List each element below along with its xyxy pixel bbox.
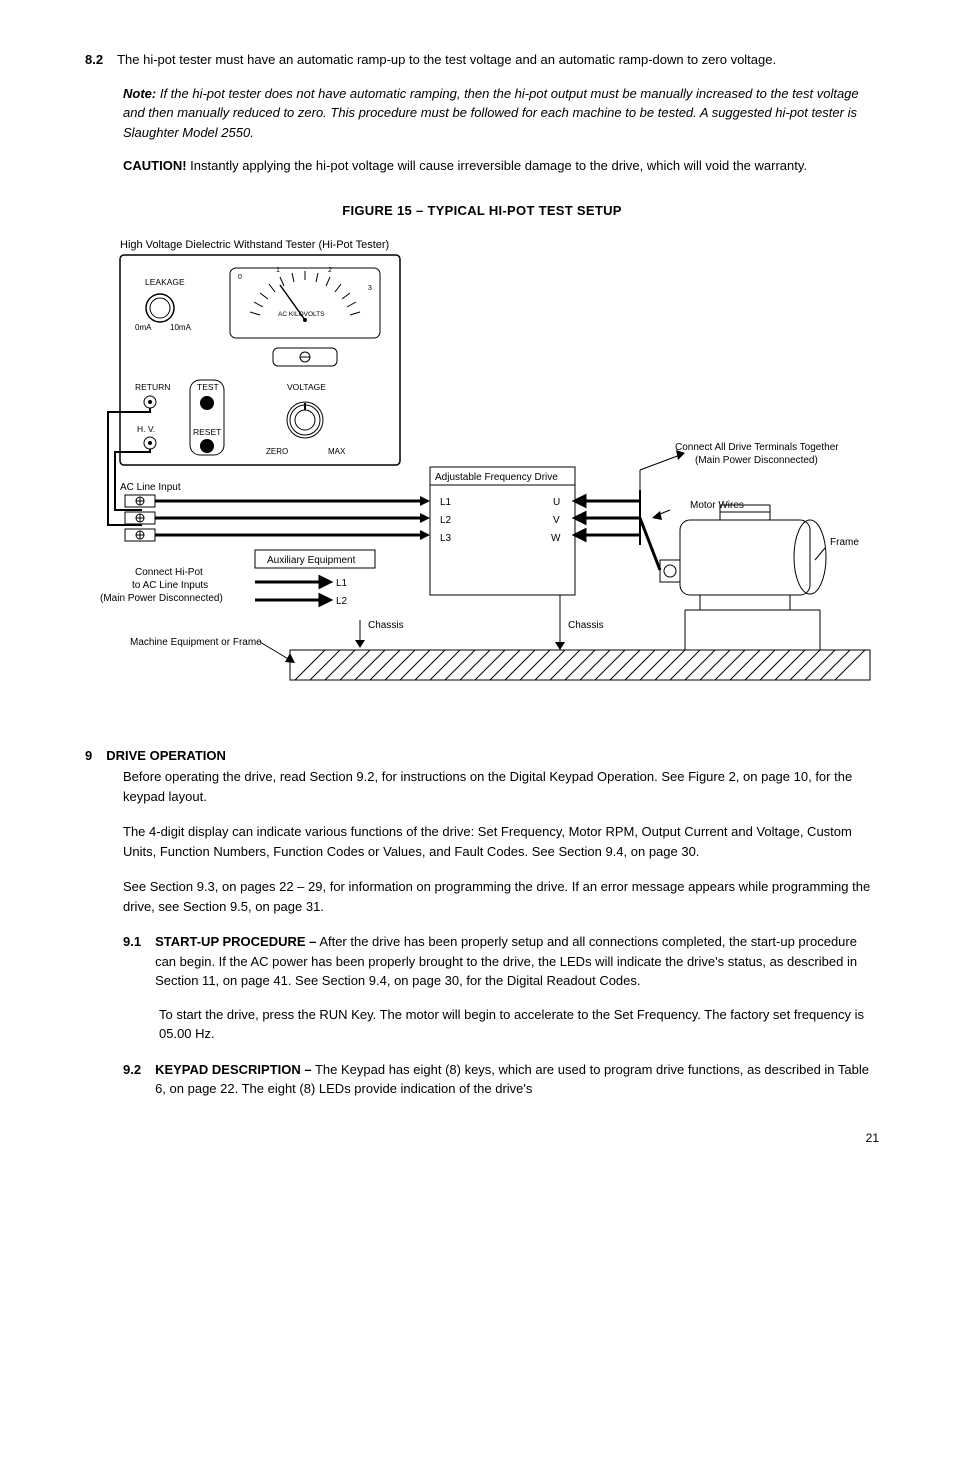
page-number: 21 [85, 1129, 879, 1147]
test-label: TEST [197, 382, 219, 392]
hv-label: H. V. [137, 424, 155, 434]
d0: 0 [238, 274, 242, 281]
motor [660, 505, 826, 595]
conn-all-1: Connect All Drive Terminals Together [675, 442, 839, 453]
sec9-p3: See Section 9.3, on pages 22 – 29, for i… [123, 877, 879, 916]
voltage-label: VOLTAGE [287, 382, 326, 392]
ac-line-label: AC Line Input [120, 482, 181, 493]
drive-l1: L1 [440, 497, 452, 508]
max-label: MAX [328, 447, 346, 456]
ground-hatch [290, 650, 870, 680]
drive-chassis: Chassis [568, 620, 604, 631]
machine-frame-label: Machine Equipment or Frame [130, 637, 262, 648]
ac-kv: AC KILOVOLTS [278, 311, 325, 318]
zero-label: ZERO [266, 447, 288, 456]
caution-body: Instantly applying the hi-pot voltage wi… [190, 158, 807, 173]
drive-l2: L2 [440, 515, 452, 526]
drive-v: V [553, 515, 560, 526]
conn-hi-2: to AC Line Inputs [132, 580, 208, 591]
aux-l2: L2 [336, 596, 348, 607]
drive-l3: L3 [440, 533, 452, 544]
sec9-title: DRIVE OPERATION [106, 746, 226, 766]
conn-all-2: (Main Power Disconnected) [695, 455, 818, 466]
d1: 1 [276, 267, 280, 274]
d3: 3 [368, 285, 372, 292]
figure-15: High Voltage Dielectric Withstand Tester… [60, 230, 879, 716]
note-label: Note: [123, 86, 156, 101]
sec9-p1: Before operating the drive, read Section… [123, 767, 879, 806]
ten-ma: 10mA [170, 323, 192, 332]
drive-u: U [553, 497, 560, 508]
sec92-line: KEYPAD DESCRIPTION – The Keypad has eigh… [155, 1060, 879, 1099]
sec91-p2: To start the drive, press the RUN Key. T… [159, 1005, 879, 1044]
aux-chassis: Chassis [368, 620, 404, 631]
drive-w: W [551, 533, 561, 544]
sec92-num: 9.2 [123, 1060, 141, 1099]
note-body: If the hi-pot tester does not have autom… [123, 86, 859, 140]
leakage-label: LEAKAGE [145, 277, 185, 287]
sec82-num: 8.2 [85, 50, 103, 70]
fig-hdr: High Voltage Dielectric Withstand Tester… [120, 239, 389, 251]
frame-label: Frame [830, 537, 859, 548]
sec92-title: KEYPAD DESCRIPTION – [155, 1062, 312, 1077]
section-9: 9 DRIVE OPERATION Before operating the d… [85, 746, 879, 1099]
sec9-p2: The 4-digit display can indicate various… [123, 822, 879, 861]
d2: 2 [328, 267, 332, 274]
conn-hi-3: (Main Power Disconnected) [100, 593, 223, 604]
sec9-num: 9 [85, 746, 92, 766]
sec82-caution: CAUTION! Instantly applying the hi-pot v… [123, 156, 879, 176]
ac-line-connectors [125, 495, 155, 541]
aux-l1: L1 [336, 578, 348, 589]
sec91-line: START-UP PROCEDURE – After the drive has… [155, 932, 879, 991]
caution-label: CAUTION! [123, 158, 187, 173]
sec82-body: The hi-pot tester must have an automatic… [117, 50, 776, 70]
sec82-note: Note: If the hi-pot tester does not have… [123, 84, 879, 143]
aux-label: Auxiliary Equipment [267, 555, 356, 566]
sec91-num: 9.1 [123, 932, 141, 991]
conn-hi-1: Connect Hi-Pot [135, 567, 203, 578]
figure-title: FIGURE 15 – TYPICAL HI-POT TEST SETUP [85, 201, 879, 221]
return-label: RETURN [135, 382, 170, 392]
zero-ma: 0mA [135, 323, 152, 332]
reset-label: RESET [193, 427, 221, 437]
section-8-2: 8.2 The hi-pot tester must have an autom… [85, 50, 879, 176]
afd-label: Adjustable Frequency Drive [435, 472, 558, 483]
sec91-title: START-UP PROCEDURE – [155, 934, 316, 949]
hipot-diagram: High Voltage Dielectric Withstand Tester… [60, 230, 880, 710]
